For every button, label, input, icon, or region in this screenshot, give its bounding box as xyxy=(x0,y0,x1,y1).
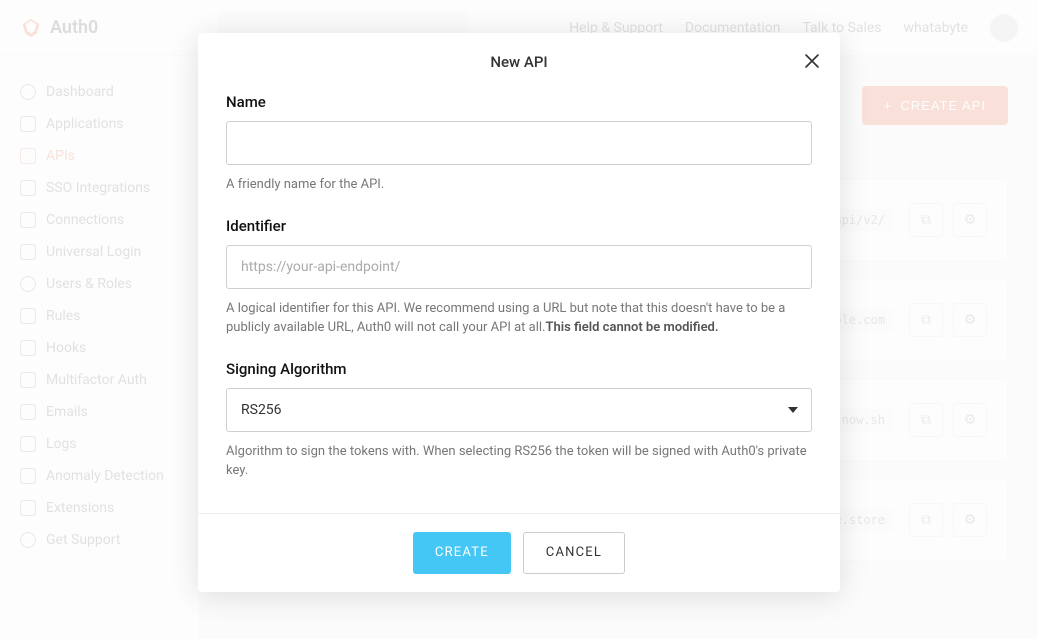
identifier-input[interactable] xyxy=(226,245,812,289)
new-api-modal: New API Name A friendly name for the API… xyxy=(198,33,840,592)
identifier-help: A logical identifier for this API. We re… xyxy=(226,299,812,338)
modal-body: Name A friendly name for the API. Identi… xyxy=(198,81,840,513)
name-label: Name xyxy=(226,93,812,111)
algorithm-label: Signing Algorithm xyxy=(226,360,812,378)
form-group-algorithm: Signing Algorithm RS256 Algorithm to sig… xyxy=(226,360,812,481)
form-group-identifier: Identifier A logical identifier for this… xyxy=(226,217,812,338)
algorithm-select[interactable]: RS256 xyxy=(226,388,812,432)
form-group-name: Name A friendly name for the API. xyxy=(226,93,812,195)
name-input[interactable] xyxy=(226,121,812,165)
identifier-label: Identifier xyxy=(226,217,812,235)
algorithm-select-wrap: RS256 xyxy=(226,388,812,432)
cancel-button[interactable]: CANCEL xyxy=(523,532,625,574)
close-button[interactable] xyxy=(802,51,822,71)
identifier-help-bold: This field cannot be modified. xyxy=(545,320,718,335)
modal-footer: CREATE CANCEL xyxy=(198,513,840,592)
close-icon xyxy=(804,53,820,69)
modal-overlay: New API Name A friendly name for the API… xyxy=(0,0,1038,639)
name-help: A friendly name for the API. xyxy=(226,175,812,195)
modal-title: New API xyxy=(226,53,812,71)
create-button[interactable]: CREATE xyxy=(413,532,511,574)
algorithm-help: Algorithm to sign the tokens with. When … xyxy=(226,442,812,481)
modal-header: New API xyxy=(198,33,840,81)
